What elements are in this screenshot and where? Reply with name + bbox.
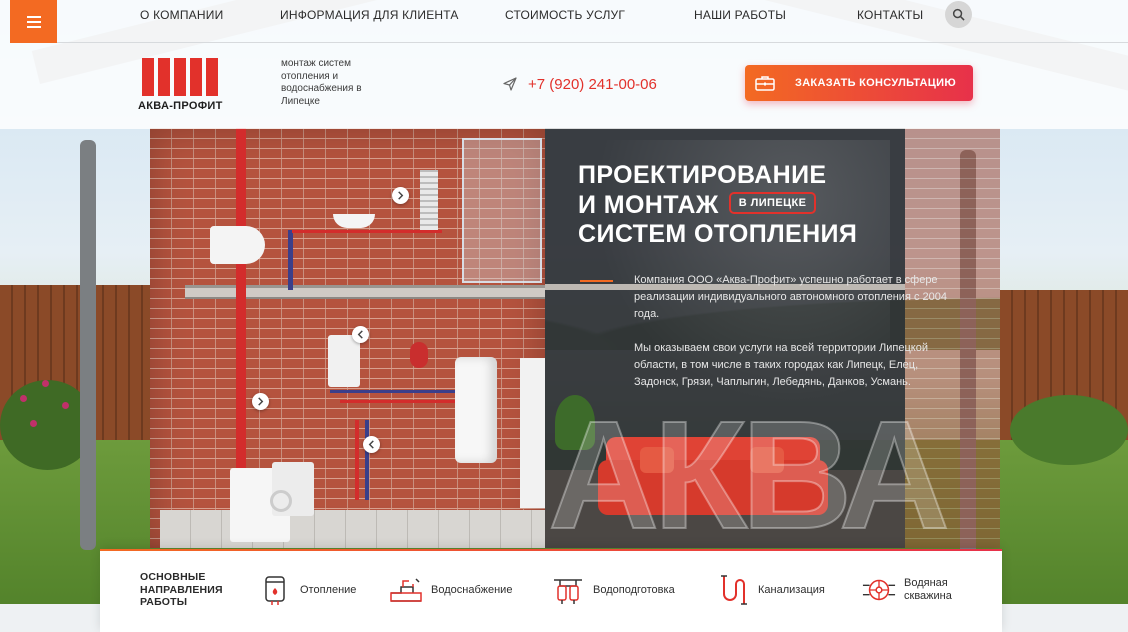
cta-label: ЗАКАЗАТЬ КОНСУЛЬТАЦИЮ (795, 77, 956, 89)
floor-tiles (160, 510, 545, 548)
site-tagline: монтаж систем отопления и водоснабжения … (281, 58, 362, 107)
water-heater-tank (455, 357, 497, 463)
services-heading: ОСНОВНЫЕ НАПРАВЛЕНИЯ РАБОТЫ (140, 571, 223, 608)
service-label: Отопление (300, 583, 357, 596)
service-sewerage[interactable]: Канализация (716, 573, 825, 607)
nav-about[interactable]: О КОМПАНИИ (140, 8, 223, 22)
nav-our-works[interactable]: НАШИ РАБОТЫ (694, 8, 786, 22)
hero-title-line-2-text: И МОНТАЖ (578, 190, 719, 219)
service-heating[interactable]: Отопление (258, 573, 356, 607)
hero-title: ПРОЕКТИРОВАНИЕ И МОНТАЖ В ЛИПЕЦКЕ СИСТЕМ … (578, 161, 857, 250)
flower (30, 420, 37, 427)
sewer-pipe-icon (716, 573, 750, 607)
service-label: Водоподготовка (593, 583, 675, 596)
toilet (210, 226, 265, 264)
page-gutter-right (1002, 604, 1128, 632)
service-label: Водоснабжение (431, 583, 513, 596)
hotspot-arrow-right[interactable] (392, 187, 409, 204)
gutter-left (80, 140, 96, 550)
service-water-well[interactable]: Водяная скважина (862, 573, 964, 607)
hero-title-line-3: СИСТЕМ ОТОПЛЕНИЯ (578, 220, 858, 248)
chevron-left-icon (357, 330, 363, 339)
blue-pipe (365, 420, 369, 500)
hero-title-line-1: ПРОЕКТИРОВАНИЕ (578, 161, 827, 189)
chevron-right-icon (398, 191, 404, 200)
briefcase-icon (755, 76, 775, 91)
search-icon (952, 8, 965, 21)
accent-line (580, 280, 613, 282)
boiler-icon (258, 573, 292, 607)
phone-number[interactable]: +7 (920) 241-00-06 (528, 76, 657, 93)
washer-door (270, 490, 292, 512)
hotspot-arrow-left[interactable] (352, 326, 369, 343)
red-pipe (355, 420, 359, 500)
flower (62, 402, 69, 409)
blue-pipe (288, 230, 293, 290)
faucet-pipe-icon (389, 573, 423, 607)
logo-text[interactable]: АКВА-ПРОФИТ (138, 100, 223, 112)
expansion-tank (410, 342, 428, 368)
watermark-text: АКВА (548, 398, 951, 548)
nav-client-info[interactable]: ИНФОРМАЦИЯ ДЛЯ КЛИЕНТА (280, 8, 459, 22)
flower (20, 395, 27, 402)
nav-prices[interactable]: СТОИМОСТЬ УСЛУГ (505, 8, 625, 22)
page-gutter-left (0, 604, 100, 632)
send-arrow-icon (503, 77, 517, 91)
search-button[interactable] (945, 1, 972, 28)
order-consultation-button[interactable]: ЗАКАЗАТЬ КОНСУЛЬТАЦИЮ (745, 65, 973, 101)
service-water-supply[interactable]: Водоснабжение (389, 573, 512, 607)
hotspot-arrow-right[interactable] (252, 393, 269, 410)
red-pipe-horizontal (340, 400, 470, 403)
logo-mark[interactable] (142, 58, 222, 96)
service-label: Канализация (758, 583, 825, 596)
service-label: Водяная скважина (904, 577, 952, 602)
towel-radiator (420, 170, 438, 230)
shower-cabin (462, 138, 542, 283)
chevron-left-icon (368, 440, 374, 449)
hero-paragraph-2: Мы оказываем свои услуги на всей террито… (634, 342, 928, 388)
location-badge: В ЛИПЕЦКЕ (728, 191, 817, 214)
services-panel: ОСНОВНЫЕ НАПРАВЛЕНИЯ РАБОТЫ Отопление Во… (100, 549, 1002, 632)
red-pipe-horizontal (292, 230, 442, 233)
gas-boiler (328, 335, 360, 387)
water-filter-icon (551, 573, 585, 607)
bush-right (1010, 395, 1128, 465)
well-pump-icon (862, 573, 896, 607)
hero-paragraph-1: Компания ООО «Аква-Профит» успешно работ… (634, 274, 947, 320)
nav-contacts[interactable]: КОНТАКТЫ (857, 8, 923, 22)
interior-door (520, 358, 545, 508)
hotspot-arrow-left[interactable] (363, 436, 380, 453)
chevron-right-icon (258, 397, 264, 406)
hero-title-line-2: И МОНТАЖ В ЛИПЕЦКЕ (578, 191, 857, 221)
service-water-treatment[interactable]: Водоподготовка (551, 573, 675, 607)
flower (42, 380, 49, 387)
